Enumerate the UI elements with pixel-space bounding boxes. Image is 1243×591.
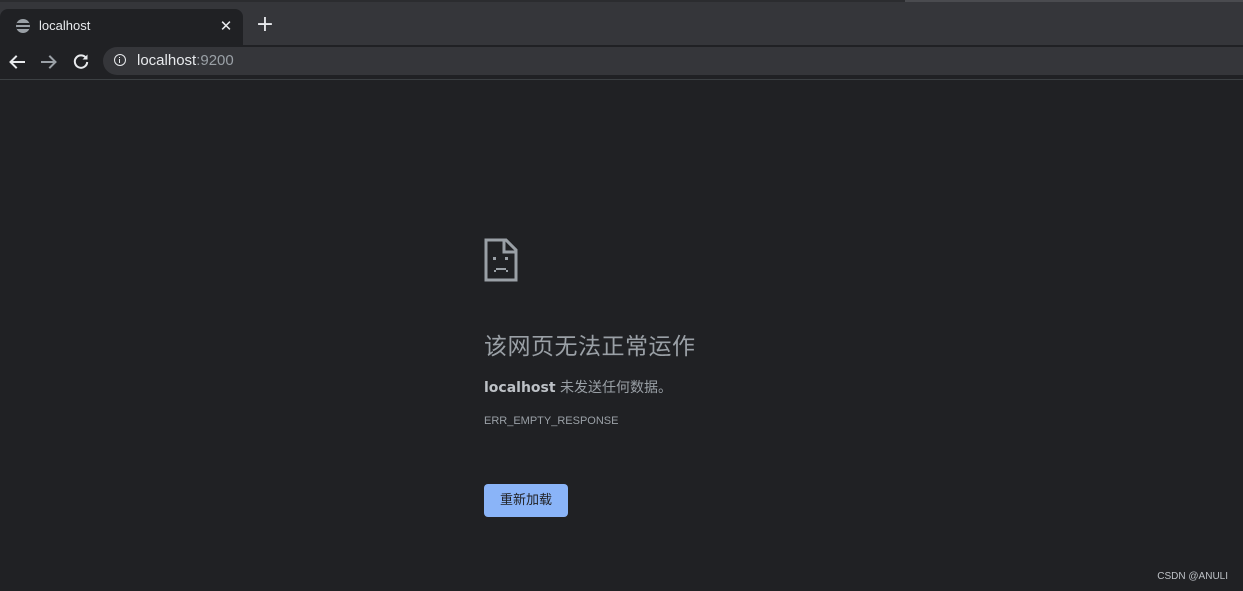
error-code: ERR_EMPTY_RESPONSE [484, 415, 619, 427]
url-host: localhost [137, 52, 197, 69]
url-port: :9200 [196, 52, 234, 69]
error-summary: localhost 未发送任何数据。 [484, 377, 672, 397]
browser-window: localhost ✕ + localhost:9200 该网页无法正常运作 l… [0, 0, 1243, 591]
plus-icon[interactable]: + [253, 14, 277, 38]
globe-icon [16, 19, 30, 33]
error-summary-host: localhost [484, 380, 556, 396]
error-summary-text: 未发送任何数据。 [555, 380, 673, 396]
watermark: CSDN @ANULI [1157, 571, 1228, 582]
close-icon[interactable]: ✕ [217, 17, 235, 35]
sad-document-icon [484, 238, 518, 282]
toolbar: localhost:9200 [0, 45, 1243, 79]
tab-title: localhost [39, 18, 91, 33]
address-bar[interactable]: localhost:9200 [103, 47, 1243, 75]
toolbar-divider [0, 79, 1243, 80]
error-heading: 该网页无法正常运作 [484, 334, 696, 360]
arrow-right-icon[interactable] [36, 49, 62, 75]
tab-strip: localhost ✕ + [0, 0, 1243, 45]
tab-strip-top-edge [0, 0, 1243, 2]
tab-localhost[interactable]: localhost ✕ [0, 9, 243, 45]
reload-icon[interactable] [68, 49, 94, 75]
arrow-left-icon[interactable] [4, 49, 30, 75]
reload-button[interactable]: 重新加载 [484, 484, 568, 517]
url-text[interactable]: localhost:9200 [137, 52, 234, 69]
info-icon[interactable] [114, 54, 126, 66]
